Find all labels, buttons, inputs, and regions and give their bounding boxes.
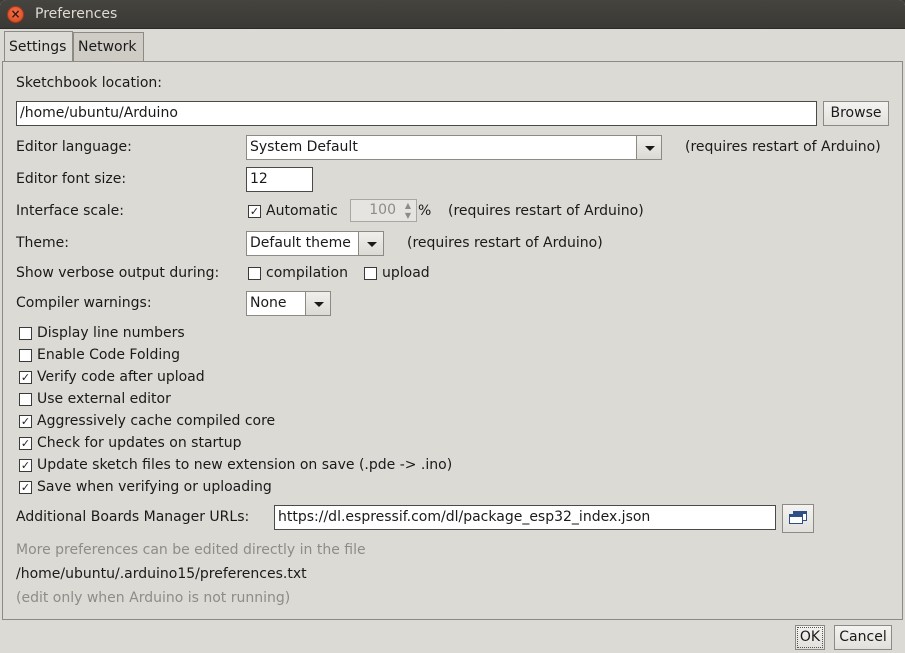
close-icon: × bbox=[10, 7, 21, 21]
edit-note: (edit only when Arduino is not running) bbox=[16, 590, 291, 606]
verbose-compilation-label: compilation bbox=[266, 265, 348, 281]
browse-button[interactable]: Browse bbox=[823, 101, 889, 126]
editor-language-label: Editor language: bbox=[16, 139, 132, 155]
editor-language-select[interactable]: System Default bbox=[246, 135, 662, 160]
update-extension-label: Update sketch files to new extension on … bbox=[37, 457, 453, 473]
language-restart-note: (requires restart of Arduino) bbox=[685, 139, 881, 155]
external-editor-checkbox[interactable] bbox=[19, 393, 32, 406]
verbose-upload-checkbox[interactable] bbox=[364, 267, 377, 280]
theme-value: Default theme bbox=[250, 235, 351, 251]
boards-url-field[interactable]: https://dl.espressif.com/dl/package_esp3… bbox=[274, 505, 776, 530]
verify-after-upload-checkbox[interactable] bbox=[19, 371, 32, 384]
chevron-down-icon[interactable] bbox=[358, 231, 384, 256]
save-on-verify-checkbox[interactable] bbox=[19, 481, 32, 494]
close-window-button[interactable]: × bbox=[7, 6, 24, 23]
theme-select[interactable]: Default theme bbox=[246, 231, 384, 256]
automatic-scale-checkbox[interactable] bbox=[248, 205, 261, 218]
compiler-warnings-select[interactable]: None bbox=[246, 291, 331, 316]
title-bar: × Preferences bbox=[0, 0, 905, 29]
window-list-icon bbox=[789, 511, 807, 524]
font-size-field[interactable]: 12 bbox=[246, 167, 313, 192]
chevron-down-icon[interactable] bbox=[305, 291, 331, 316]
code-folding-label: Enable Code Folding bbox=[37, 347, 180, 363]
tab-network[interactable]: Network bbox=[73, 32, 144, 61]
more-prefs-note: More preferences can be edited directly … bbox=[16, 542, 366, 558]
verify-after-upload-label: Verify code after upload bbox=[37, 369, 205, 385]
display-line-numbers-label: Display line numbers bbox=[37, 325, 185, 341]
sketchbook-location-label: Sketchbook location: bbox=[16, 75, 163, 91]
preferences-window: × Preferences Settings Network Sketchboo… bbox=[0, 0, 905, 653]
theme-label: Theme: bbox=[16, 235, 70, 251]
scale-restart-note: (requires restart of Arduino) bbox=[448, 203, 644, 219]
prefs-file-path: /home/ubuntu/.arduino15/preferences.txt bbox=[16, 566, 307, 582]
check-updates-label: Check for updates on startup bbox=[37, 435, 242, 451]
check-updates-checkbox[interactable] bbox=[19, 437, 32, 450]
scale-spinner[interactable]: 100 ▲ ▼ bbox=[350, 199, 417, 222]
spinner-arrows[interactable]: ▲ ▼ bbox=[402, 201, 414, 221]
verbose-output-label: Show verbose output during: bbox=[16, 265, 220, 281]
chevron-down-icon[interactable] bbox=[636, 135, 662, 160]
ok-button[interactable]: OK bbox=[795, 625, 825, 650]
external-editor-label: Use external editor bbox=[37, 391, 171, 407]
scale-value: 100 bbox=[369, 202, 396, 218]
chevron-up-icon[interactable]: ▲ bbox=[402, 201, 414, 211]
automatic-scale-label: Automatic bbox=[266, 203, 338, 219]
cache-core-checkbox[interactable] bbox=[19, 415, 32, 428]
sketchbook-location-field[interactable]: /home/ubuntu/Arduino bbox=[16, 101, 817, 126]
compiler-warnings-value: None bbox=[250, 295, 287, 311]
compiler-warnings-label: Compiler warnings: bbox=[16, 295, 152, 311]
update-extension-checkbox[interactable] bbox=[19, 459, 32, 472]
verbose-compilation-checkbox[interactable] bbox=[248, 267, 261, 280]
cache-core-label: Aggressively cache compiled core bbox=[37, 413, 276, 429]
settings-panel: Sketchbook location: /home/ubuntu/Arduin… bbox=[2, 61, 903, 620]
editor-language-value: System Default bbox=[250, 139, 358, 155]
boards-url-label: Additional Boards Manager URLs: bbox=[16, 509, 250, 525]
code-folding-checkbox[interactable] bbox=[19, 349, 32, 362]
verbose-upload-label: upload bbox=[382, 265, 430, 281]
chevron-down-icon[interactable]: ▼ bbox=[402, 211, 414, 221]
theme-restart-note: (requires restart of Arduino) bbox=[407, 235, 603, 251]
window-title: Preferences bbox=[35, 6, 118, 22]
cancel-button[interactable]: Cancel bbox=[834, 625, 892, 650]
percent-label: % bbox=[418, 203, 432, 219]
edit-urls-button[interactable] bbox=[782, 504, 814, 533]
tab-settings[interactable]: Settings bbox=[4, 31, 73, 62]
display-line-numbers-checkbox[interactable] bbox=[19, 327, 32, 340]
save-on-verify-label: Save when verifying or uploading bbox=[37, 479, 272, 495]
font-size-label: Editor font size: bbox=[16, 171, 127, 187]
interface-scale-label: Interface scale: bbox=[16, 203, 124, 219]
